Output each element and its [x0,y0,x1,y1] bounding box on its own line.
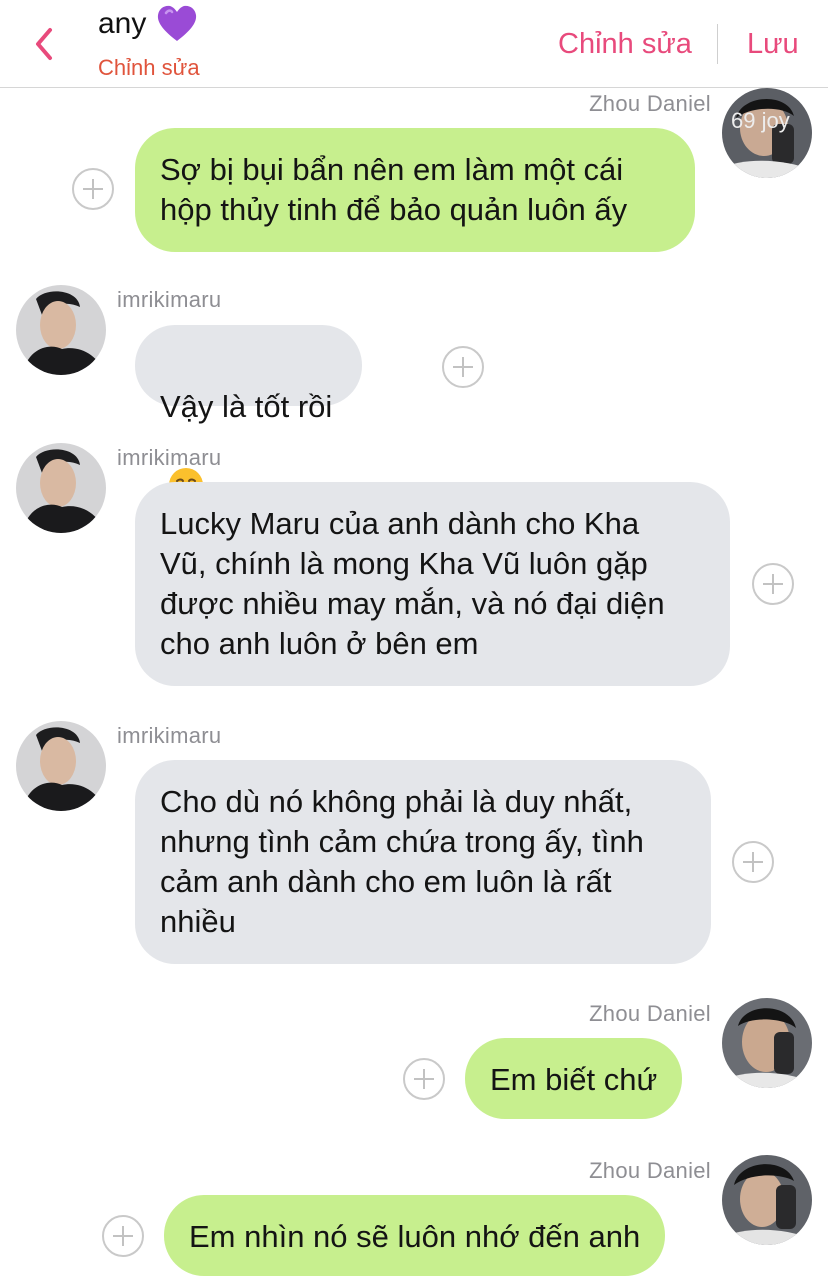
message-text: Vậy là tốt rồi [160,389,333,424]
message-bubble-sent[interactable]: Em nhìn nó sẽ luôn nhớ đến anh [164,1195,666,1276]
sender-name: Zhou Daniel [589,91,711,116]
header-divider [717,24,718,64]
reaction-badge: 69 joy [731,108,790,133]
add-reaction-button[interactable] [752,563,794,605]
avatar-zhou-daniel[interactable] [722,1155,812,1245]
edit-button[interactable]: Chỉnh sửa [558,28,692,61]
add-reaction-button[interactable] [732,841,774,883]
avatar-imrikimaru[interactable] [16,443,106,533]
add-reaction-button[interactable] [72,168,114,210]
add-reaction-button[interactable] [442,346,484,388]
purple-heart-icon [158,5,197,41]
message-bubble-received[interactable]: Cho dù nó không phải là duy nhất, nhưng … [135,760,711,964]
contact-name: any [98,7,147,40]
message-bubble-sent[interactable]: Sợ bị bụi bẩn nên em làm một cái hộp thủ… [135,128,695,252]
header-subtitle: Chỉnh sửa [98,55,200,80]
message-bubble-sent[interactable]: Em biết chứ [465,1038,683,1119]
add-reaction-button[interactable] [102,1215,144,1257]
back-chevron-icon[interactable] [28,22,64,66]
sender-name: Zhou Daniel [589,1001,711,1026]
message-bubble-received[interactable]: Lucky Maru của anh dành cho Kha Vũ, chín… [135,482,730,686]
sender-name: imrikimaru [117,287,222,312]
avatar-zhou-daniel[interactable] [722,998,812,1088]
save-button[interactable]: Lưu [747,28,799,61]
sender-name: imrikimaru [117,723,222,748]
message-bubble-received[interactable]: Vậy là tốt rồi [135,325,363,502]
avatar-imrikimaru[interactable] [16,285,106,375]
avatar-imrikimaru[interactable] [16,721,106,811]
sender-name: imrikimaru [117,445,222,470]
chat-title: any [98,4,198,44]
add-reaction-button[interactable] [403,1058,445,1100]
sender-name: Zhou Daniel [589,1158,711,1183]
chat-header: any Chỉnh sửa Chỉnh sửa Lưu [0,0,828,88]
